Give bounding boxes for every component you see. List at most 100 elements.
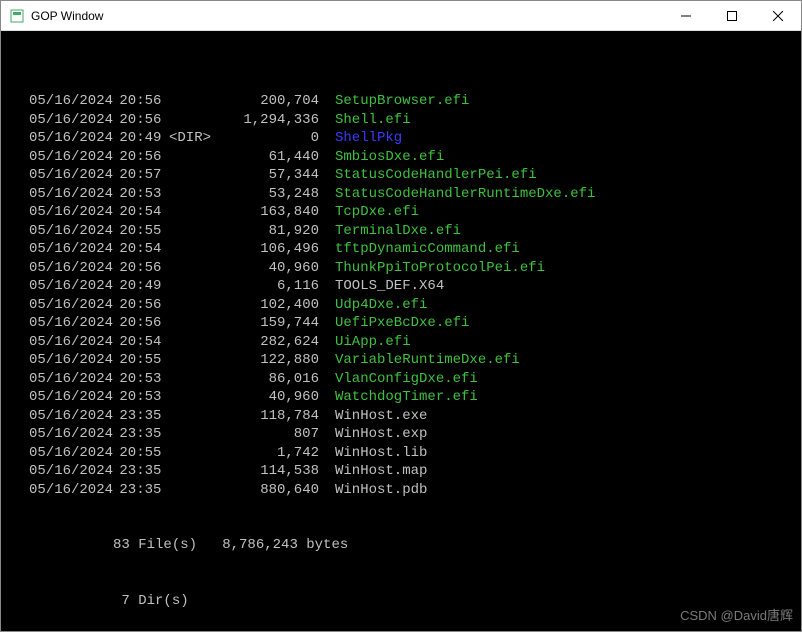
file-time: 20:49 bbox=[111, 277, 169, 296]
list-item: 05/16/2024 20:5757,344 StatusCodeHandler… bbox=[29, 166, 793, 185]
dir-flag bbox=[169, 351, 219, 370]
file-name: WinHost.lib bbox=[335, 444, 427, 463]
list-item: 05/16/2024 20:551,742 WinHost.lib bbox=[29, 444, 793, 463]
list-item: 05/16/2024 20:49 6,116 TOOLS_DEF.X64 bbox=[29, 277, 793, 296]
file-date: 05/16/2024 bbox=[29, 481, 111, 500]
window-title: GOP Window bbox=[31, 9, 663, 23]
file-date: 05/16/2024 bbox=[29, 277, 111, 296]
dir-flag bbox=[169, 111, 219, 130]
file-date: 05/16/2024 bbox=[29, 259, 111, 278]
list-item: 05/16/2024 20:54 106,496 tftpDynamicComma… bbox=[29, 240, 793, 259]
dir-flag bbox=[169, 92, 219, 111]
file-size: 57,344 bbox=[219, 166, 319, 185]
file-date: 05/16/2024 bbox=[29, 92, 111, 111]
file-date: 05/16/2024 bbox=[29, 425, 111, 444]
file-time: 20:53 bbox=[111, 370, 169, 389]
file-name: WatchdogTimer.efi bbox=[335, 388, 478, 407]
file-name: WinHost.map bbox=[335, 462, 427, 481]
file-listing: 05/16/2024 20:56 200,704 SetupBrowser.efi… bbox=[29, 92, 793, 499]
file-size: 122,880 bbox=[219, 351, 319, 370]
file-name: Udp4Dxe.efi bbox=[335, 296, 427, 315]
file-date: 05/16/2024 bbox=[29, 185, 111, 204]
list-item: 05/16/2024 20:56 1,294,336 Shell.efi bbox=[29, 111, 793, 130]
file-time: 20:55 bbox=[111, 222, 169, 241]
file-name: SmbiosDxe.efi bbox=[335, 148, 444, 167]
file-time: 20:54 bbox=[111, 240, 169, 259]
file-name: Shell.efi bbox=[335, 111, 411, 130]
list-item: 05/16/2024 20:5581,920 TerminalDxe.efi bbox=[29, 222, 793, 241]
list-item: 05/16/2024 20:53 86,016 VlanConfigDxe.efi bbox=[29, 370, 793, 389]
minimize-button[interactable] bbox=[663, 1, 709, 30]
list-item: 05/16/2024 20:53 40,960 WatchdogTimer.efi bbox=[29, 388, 793, 407]
file-date: 05/16/2024 bbox=[29, 166, 111, 185]
window-controls bbox=[663, 1, 801, 30]
list-item: 05/16/2024 20:54 163,840 TcpDxe.efi bbox=[29, 203, 793, 222]
file-size: 40,960 bbox=[219, 259, 319, 278]
file-name: tftpDynamicCommand.efi bbox=[335, 240, 520, 259]
dir-flag bbox=[169, 333, 219, 352]
file-size: 0 bbox=[219, 129, 319, 148]
dir-flag bbox=[169, 148, 219, 167]
file-size: 163,840 bbox=[219, 203, 319, 222]
dir-flag bbox=[169, 444, 219, 463]
titlebar[interactable]: GOP Window bbox=[1, 1, 801, 31]
file-time: 20:53 bbox=[111, 185, 169, 204]
list-item: 05/16/2024 20:5661,440 SmbiosDxe.efi bbox=[29, 148, 793, 167]
file-date: 05/16/2024 bbox=[29, 388, 111, 407]
dir-flag bbox=[169, 259, 219, 278]
file-date: 05/16/2024 bbox=[29, 222, 111, 241]
terminal-area[interactable]: 05/16/2024 20:56 200,704 SetupBrowser.efi… bbox=[1, 31, 801, 631]
close-button[interactable] bbox=[755, 1, 801, 30]
file-time: 20:53 bbox=[111, 388, 169, 407]
file-name: ThunkPpiToProtocolPei.efi bbox=[335, 259, 545, 278]
file-size: 61,440 bbox=[219, 148, 319, 167]
file-size: 40,960 bbox=[219, 388, 319, 407]
file-name: SetupBrowser.efi bbox=[335, 92, 469, 111]
file-date: 05/16/2024 bbox=[29, 351, 111, 370]
file-name: StatusCodeHandlerRuntimeDxe.efi bbox=[335, 185, 595, 204]
file-size: 118,784 bbox=[219, 407, 319, 426]
file-size: 200,704 bbox=[219, 92, 319, 111]
dir-flag bbox=[169, 462, 219, 481]
file-size: 1,294,336 bbox=[219, 111, 319, 130]
file-date: 05/16/2024 bbox=[29, 407, 111, 426]
file-date: 05/16/2024 bbox=[29, 111, 111, 130]
file-time: 20:54 bbox=[111, 203, 169, 222]
file-size: 106,496 bbox=[219, 240, 319, 259]
file-time: 20:56 bbox=[111, 111, 169, 130]
file-date: 05/16/2024 bbox=[29, 333, 111, 352]
file-size: 53,248 bbox=[219, 185, 319, 204]
file-time: 20:57 bbox=[111, 166, 169, 185]
file-name: TcpDxe.efi bbox=[335, 203, 419, 222]
file-time: 20:56 bbox=[111, 92, 169, 111]
list-item: 05/16/2024 23:35880,640 WinHost.pdb bbox=[29, 481, 793, 500]
dir-flag bbox=[169, 203, 219, 222]
list-item: 05/16/2024 20:56159,744 UefiPxeBcDxe.efi bbox=[29, 314, 793, 333]
dir-flag bbox=[169, 370, 219, 389]
file-size: 6,116 bbox=[219, 277, 319, 296]
file-name: WinHost.exe bbox=[335, 407, 427, 426]
file-name: VariableRuntimeDxe.efi bbox=[335, 351, 520, 370]
dir-flag: <DIR> bbox=[169, 129, 219, 148]
file-date: 05/16/2024 bbox=[29, 314, 111, 333]
file-name: WinHost.pdb bbox=[335, 481, 427, 500]
app-icon bbox=[9, 8, 25, 24]
dir-flag bbox=[169, 314, 219, 333]
file-time: 20:55 bbox=[111, 351, 169, 370]
file-date: 05/16/2024 bbox=[29, 370, 111, 389]
file-name: VlanConfigDxe.efi bbox=[335, 370, 478, 389]
maximize-button[interactable] bbox=[709, 1, 755, 30]
file-time: 20:56 bbox=[111, 296, 169, 315]
dir-flag bbox=[169, 166, 219, 185]
file-time: 23:35 bbox=[111, 407, 169, 426]
file-name: TOOLS_DEF.X64 bbox=[335, 277, 444, 296]
file-name: TerminalDxe.efi bbox=[335, 222, 461, 241]
dir-flag bbox=[169, 240, 219, 259]
file-date: 05/16/2024 bbox=[29, 203, 111, 222]
file-date: 05/16/2024 bbox=[29, 240, 111, 259]
file-size: 86,016 bbox=[219, 370, 319, 389]
dir-flag bbox=[169, 222, 219, 241]
file-name: ShellPkg bbox=[335, 129, 402, 148]
dir-flag bbox=[169, 407, 219, 426]
watermark: CSDN @David唐辉 bbox=[680, 607, 793, 626]
